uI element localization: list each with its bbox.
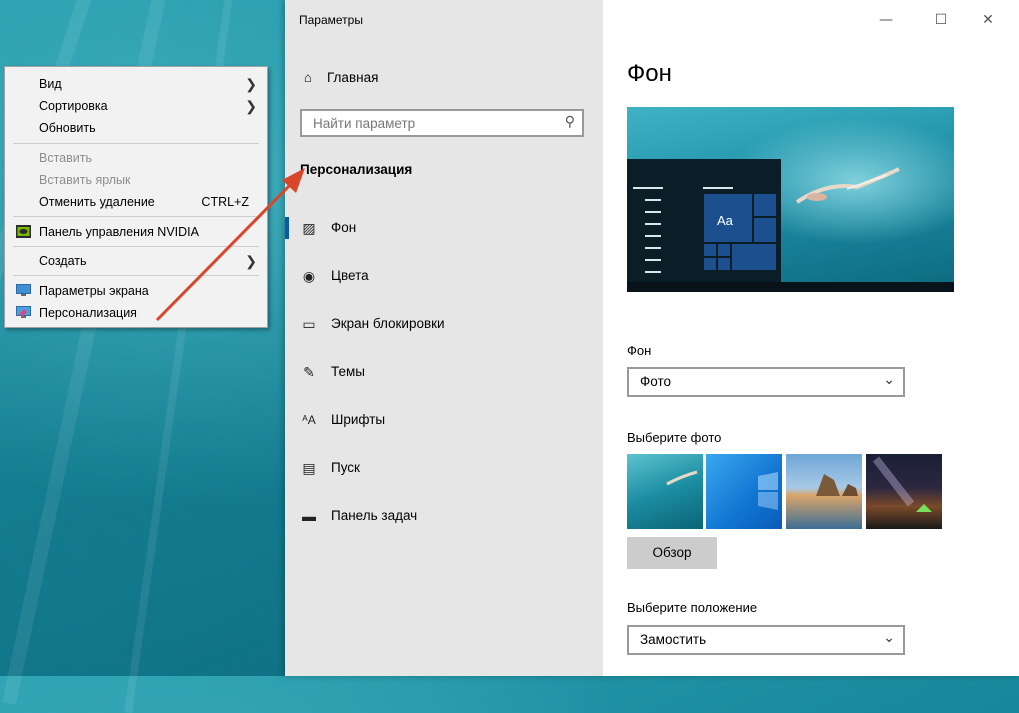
chevron-right-icon: ❯ bbox=[245, 98, 257, 114]
preview-tile bbox=[731, 243, 777, 271]
preview-tile bbox=[753, 217, 777, 243]
menu-item-personalization[interactable]: Персонализация bbox=[5, 302, 267, 324]
settings-window: Параметры ⌂ Главная Найти параметр ⚲ Перс… bbox=[285, 0, 1019, 676]
themes-icon: ✎ bbox=[303, 364, 315, 380]
start-icon: ▤ bbox=[302, 460, 316, 476]
menu-separator bbox=[13, 246, 259, 247]
preview-menu-line bbox=[645, 223, 661, 225]
preview-menu-line bbox=[645, 235, 661, 237]
sidebar-item-lock-screen[interactable]: ▭ Экран блокировки bbox=[285, 307, 603, 341]
settings-sidebar: Параметры ⌂ Главная Найти параметр ⚲ Перс… bbox=[285, 0, 603, 676]
chevron-right-icon: ❯ bbox=[245, 76, 257, 92]
search-input[interactable]: Найти параметр ⚲ bbox=[300, 109, 584, 137]
browse-button[interactable]: Обзор bbox=[627, 537, 717, 569]
desktop-context-menu: Вид ❯ Сортировка ❯ Обновить Вставить Вст… bbox=[4, 66, 268, 328]
shortcut-label: CTRL+Z bbox=[201, 195, 249, 209]
background-label: Фон bbox=[627, 343, 652, 358]
search-icon: ⚲ bbox=[564, 114, 575, 130]
menu-item-refresh[interactable]: Обновить bbox=[5, 117, 267, 139]
menu-item-sort[interactable]: Сортировка ❯ bbox=[5, 95, 267, 117]
photo-thumbnail-underwater[interactable] bbox=[627, 454, 703, 529]
display-settings-icon bbox=[16, 284, 31, 296]
preview-menu-line bbox=[633, 187, 663, 189]
home-icon: ⌂ bbox=[303, 70, 313, 85]
preview-taskbar bbox=[627, 282, 954, 292]
preview-tile bbox=[703, 257, 717, 271]
maximize-button[interactable]: ☐ bbox=[926, 8, 956, 32]
beach-rocks-image bbox=[816, 474, 858, 496]
background-type-dropdown[interactable]: Фото ⌄ bbox=[627, 367, 905, 397]
background-icon: ▨ bbox=[302, 220, 316, 236]
menu-item-paste: Вставить bbox=[39, 151, 92, 165]
menu-separator bbox=[13, 216, 259, 217]
preview-tile bbox=[753, 193, 777, 217]
preview-menu-line bbox=[645, 259, 661, 261]
choose-photo-label: Выберите фото bbox=[627, 430, 722, 445]
sidebar-item-colors[interactable]: ◉ Цвета bbox=[285, 259, 603, 293]
fonts-icon: ᴬA bbox=[302, 413, 316, 427]
menu-item-create[interactable]: Создать ❯ bbox=[5, 250, 267, 272]
menu-separator bbox=[13, 143, 259, 144]
search-placeholder: Найти параметр bbox=[313, 116, 416, 131]
sidebar-item-start[interactable]: ▤ Пуск bbox=[285, 451, 603, 485]
menu-item-display-settings[interactable]: Параметры экрана bbox=[5, 280, 267, 302]
chevron-right-icon: ❯ bbox=[245, 253, 257, 269]
preview-tile bbox=[717, 257, 731, 271]
menu-item-undo-delete[interactable]: Отменить удаление CTRL+Z bbox=[5, 191, 267, 213]
menu-item-paste-shortcut: Вставить ярлык bbox=[39, 173, 131, 187]
menu-item-view[interactable]: Вид ❯ bbox=[5, 73, 267, 95]
preview-tile bbox=[703, 243, 717, 257]
preview-tile-text: Aa bbox=[717, 213, 733, 228]
photo-thumbnail-night-sky[interactable] bbox=[866, 454, 942, 529]
photo-thumbnail-windows[interactable] bbox=[706, 454, 782, 529]
sidebar-item-home[interactable]: ⌂ Главная bbox=[299, 66, 378, 90]
preview-start-menu bbox=[627, 159, 781, 292]
preview-menu-line bbox=[645, 247, 661, 249]
nvidia-icon bbox=[16, 225, 31, 238]
preview-menu-line bbox=[645, 211, 661, 213]
preview-tile bbox=[717, 243, 731, 257]
chevron-down-icon: ⌄ bbox=[883, 372, 895, 388]
personalization-icon bbox=[16, 306, 31, 318]
preview-menu-line bbox=[645, 271, 661, 273]
menu-item-nvidia-panel[interactable]: Панель управления NVIDIA bbox=[5, 221, 267, 243]
sidebar-item-background[interactable]: ▨ Фон bbox=[285, 211, 603, 245]
chevron-down-icon: ⌄ bbox=[883, 630, 895, 646]
minimize-button[interactable]: — bbox=[871, 8, 901, 32]
section-title: Персонализация bbox=[300, 162, 413, 177]
window-title: Параметры bbox=[299, 13, 363, 27]
menu-separator bbox=[13, 275, 259, 276]
preview-menu-line bbox=[703, 187, 733, 189]
sidebar-item-fonts[interactable]: ᴬA Шрифты bbox=[285, 403, 603, 437]
lock-screen-icon: ▭ bbox=[302, 316, 316, 332]
swimmer-thumbnail-image bbox=[666, 470, 698, 486]
windows-logo-image bbox=[758, 472, 778, 510]
page-title: Фон bbox=[627, 60, 672, 87]
photo-thumbnail-beach[interactable] bbox=[786, 454, 862, 529]
palette-icon: ◉ bbox=[302, 268, 316, 284]
background-preview: Aa bbox=[627, 107, 954, 292]
swimmer-image bbox=[795, 167, 900, 204]
fit-position-dropdown[interactable]: Замостить ⌄ bbox=[627, 625, 905, 655]
position-label: Выберите положение bbox=[627, 600, 758, 615]
close-button[interactable]: ✕ bbox=[973, 8, 1003, 32]
taskbar-icon: ▬ bbox=[302, 508, 316, 524]
night-tent-image bbox=[872, 456, 932, 512]
sidebar-item-themes[interactable]: ✎ Темы bbox=[285, 355, 603, 389]
sidebar-item-taskbar[interactable]: ▬ Панель задач bbox=[285, 499, 603, 533]
preview-menu-line bbox=[645, 199, 661, 201]
